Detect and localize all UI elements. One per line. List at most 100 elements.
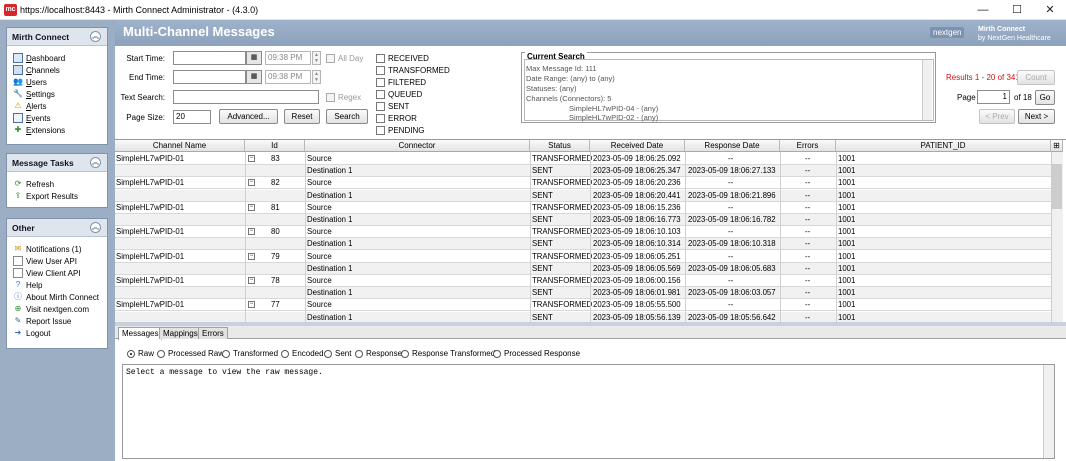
sidebar-item-view-client-api[interactable]: View Client API (13, 267, 81, 279)
column-header-received-date[interactable]: Received Date (590, 140, 685, 152)
table-scrollbar-thumb[interactable] (1052, 164, 1062, 209)
status-error-checkbox[interactable] (376, 114, 385, 123)
raw-message-area[interactable] (122, 364, 1055, 459)
collapse-row-icon[interactable]: − (248, 277, 255, 284)
advanced-button[interactable]: Advanced... (219, 109, 278, 124)
radio-encoded[interactable] (281, 350, 289, 358)
regex-checkbox[interactable] (326, 93, 335, 102)
status-transformed-checkbox[interactable] (376, 66, 385, 75)
radio-raw[interactable] (127, 350, 135, 358)
sidebar-item-notifications[interactable]: ✉ Notifications (1) (13, 243, 82, 255)
column-header-connector[interactable]: Connector (305, 140, 530, 152)
table-row[interactable]: Destination 1 SENT 2023-05-09 18:06:25.347… (115, 165, 1051, 178)
sidebar-item-export-results[interactable]: ⇪ Export Results (13, 190, 78, 202)
sidebar-item-view-user-api[interactable]: View User API (13, 255, 77, 267)
radio-transformed[interactable] (222, 350, 230, 358)
sidebar-item-about[interactable]: ⓘ About Mirth Connect (13, 291, 99, 303)
start-time-input[interactable] (173, 51, 246, 65)
all-day-checkbox[interactable] (326, 54, 335, 63)
table-row[interactable]: Destination 1 SENT 2023-05-09 18:06:01.981… (115, 287, 1051, 300)
sidebar-item-events[interactable]: Events (13, 112, 50, 124)
sidebar-item-extensions[interactable]: ✚ Extensions (13, 124, 66, 136)
tab-messages[interactable]: Messages (118, 327, 163, 340)
page-number-input[interactable]: 1 (977, 90, 1010, 104)
collapse-icon[interactable]: ︽ (90, 222, 101, 233)
end-clock-input[interactable]: 09:38 PM (265, 70, 311, 84)
prev-page-button[interactable]: < Prev (979, 109, 1015, 124)
end-time-input[interactable] (173, 70, 246, 84)
text-search-input[interactable] (173, 90, 319, 104)
collapse-icon[interactable]: ︽ (90, 157, 101, 168)
status-filtered-checkbox[interactable] (376, 78, 385, 87)
end-clock-spinner[interactable]: ▲ ▼ (312, 70, 321, 84)
cell-connector: Source (307, 178, 332, 188)
table-row[interactable]: Destination 1 SENT 2023-05-09 18:06:05.569… (115, 262, 1051, 275)
raw-message-scrollbar[interactable] (1043, 365, 1054, 458)
cell-errors: -- (805, 227, 811, 237)
column-header-errors[interactable]: Errors (780, 140, 836, 152)
collapse-row-icon[interactable]: − (248, 179, 255, 187)
start-clock-spinner[interactable]: ▲ ▼ (312, 51, 321, 65)
status-sent-checkbox[interactable] (376, 102, 385, 111)
radio-response-transformed[interactable] (401, 350, 409, 358)
start-clock-input[interactable]: 09:38 PM (265, 51, 311, 65)
page-size-input[interactable]: 20 (173, 110, 211, 124)
cell-errors: -- (805, 190, 811, 200)
sidebar-item-refresh[interactable]: ⟳ Refresh (13, 178, 54, 190)
radio-response[interactable] (355, 350, 363, 358)
table-row[interactable]: SimpleHL7wPID-01 83 Source TRANSFORMED 2023-… (115, 153, 1051, 165)
sidebar-item-settings[interactable]: 🔧 Settings (13, 88, 55, 100)
column-chooser-button[interactable]: ⊞ (1051, 140, 1063, 152)
collapse-row-icon[interactable]: − (248, 203, 255, 211)
status-pending-checkbox[interactable] (376, 126, 385, 135)
search-button[interactable]: Search (326, 109, 368, 124)
tab-errors[interactable]: Errors (198, 327, 228, 339)
column-header-channel-name[interactable]: Channel Name (115, 140, 245, 152)
current-search-scrollbar[interactable] (922, 60, 932, 120)
tab-mappings[interactable]: Mappings (159, 327, 202, 339)
sidebar-item-logout[interactable]: ➜ Logout (13, 327, 51, 339)
table-row[interactable]: Destination 1 SENT 2023-05-09 18:06:20.441… (115, 189, 1051, 202)
radio-sent[interactable] (324, 350, 332, 358)
sidebar-item-report-issue[interactable]: ✎ Report Issue (13, 315, 72, 327)
collapse-icon[interactable]: ︽ (90, 31, 101, 42)
maximize-button[interactable]: ☐ (1004, 2, 1030, 18)
table-row[interactable]: SimpleHL7wPID-01 78 Source TRANSFORMED 2023-… (115, 275, 1051, 287)
start-calendar-button[interactable]: ▦ (246, 51, 262, 65)
column-header-status[interactable]: Status (530, 140, 590, 152)
collapse-row-icon[interactable]: − (248, 301, 255, 309)
radio-processed-response[interactable] (493, 350, 501, 358)
minimize-button[interactable]: — (970, 2, 996, 18)
table-row[interactable]: SimpleHL7wPID-01 82 Source TRANSFORMED 2023-… (115, 177, 1051, 190)
status-received-checkbox[interactable] (376, 54, 385, 63)
column-header-patient-id[interactable]: PATIENT_ID (836, 140, 1051, 152)
end-calendar-button[interactable]: ▦ (246, 70, 262, 84)
message-tasks-panel-header[interactable]: Message Tasks ︽ (7, 154, 107, 172)
status-queued-checkbox[interactable] (376, 90, 385, 99)
sidebar-item-dashboard[interactable]: Dashboard (13, 52, 65, 64)
table-row[interactable]: SimpleHL7wPID-01 81 Source TRANSFORMED 2023-… (115, 202, 1051, 214)
count-button[interactable]: Count (1017, 70, 1055, 85)
table-row[interactable]: SimpleHL7wPID-01 79 Source TRANSFORMED 2023-… (115, 251, 1051, 263)
collapse-row-icon[interactable]: − (248, 252, 255, 260)
sidebar-item-alerts[interactable]: ⚠ Alerts (13, 100, 46, 112)
column-header-response-date[interactable]: Response Date (685, 140, 780, 152)
next-page-button[interactable]: Next > (1018, 109, 1055, 124)
go-button[interactable]: Go (1035, 90, 1055, 105)
mirth-connect-panel-header[interactable]: Mirth Connect ︽ (7, 28, 107, 46)
sidebar-item-visit-nextgen[interactable]: ⊕ Visit nextgen.com (13, 303, 89, 315)
sidebar-item-help[interactable]: ? Help (13, 279, 43, 291)
radio-processed-raw[interactable] (157, 350, 165, 358)
sidebar-item-users[interactable]: 👥 Users (13, 76, 47, 88)
other-panel-header[interactable]: Other ︽ (7, 219, 107, 237)
table-row[interactable]: SimpleHL7wPID-01 77 Source TRANSFORMED 2023-… (115, 299, 1051, 312)
reset-button[interactable]: Reset (284, 109, 320, 124)
column-header-id[interactable]: Id (245, 140, 305, 152)
collapse-row-icon[interactable]: − (248, 155, 255, 162)
table-row[interactable]: SimpleHL7wPID-01 80 Source TRANSFORMED 2023-… (115, 226, 1051, 239)
close-button[interactable]: ✕ (1037, 2, 1063, 18)
table-row[interactable]: Destination 1 SENT 2023-05-09 18:06:16.773… (115, 214, 1051, 226)
sidebar-item-channels[interactable]: Channels (13, 64, 60, 76)
table-row[interactable]: Destination 1 SENT 2023-05-09 18:06:10.314… (115, 238, 1051, 251)
collapse-row-icon[interactable]: − (248, 228, 255, 236)
